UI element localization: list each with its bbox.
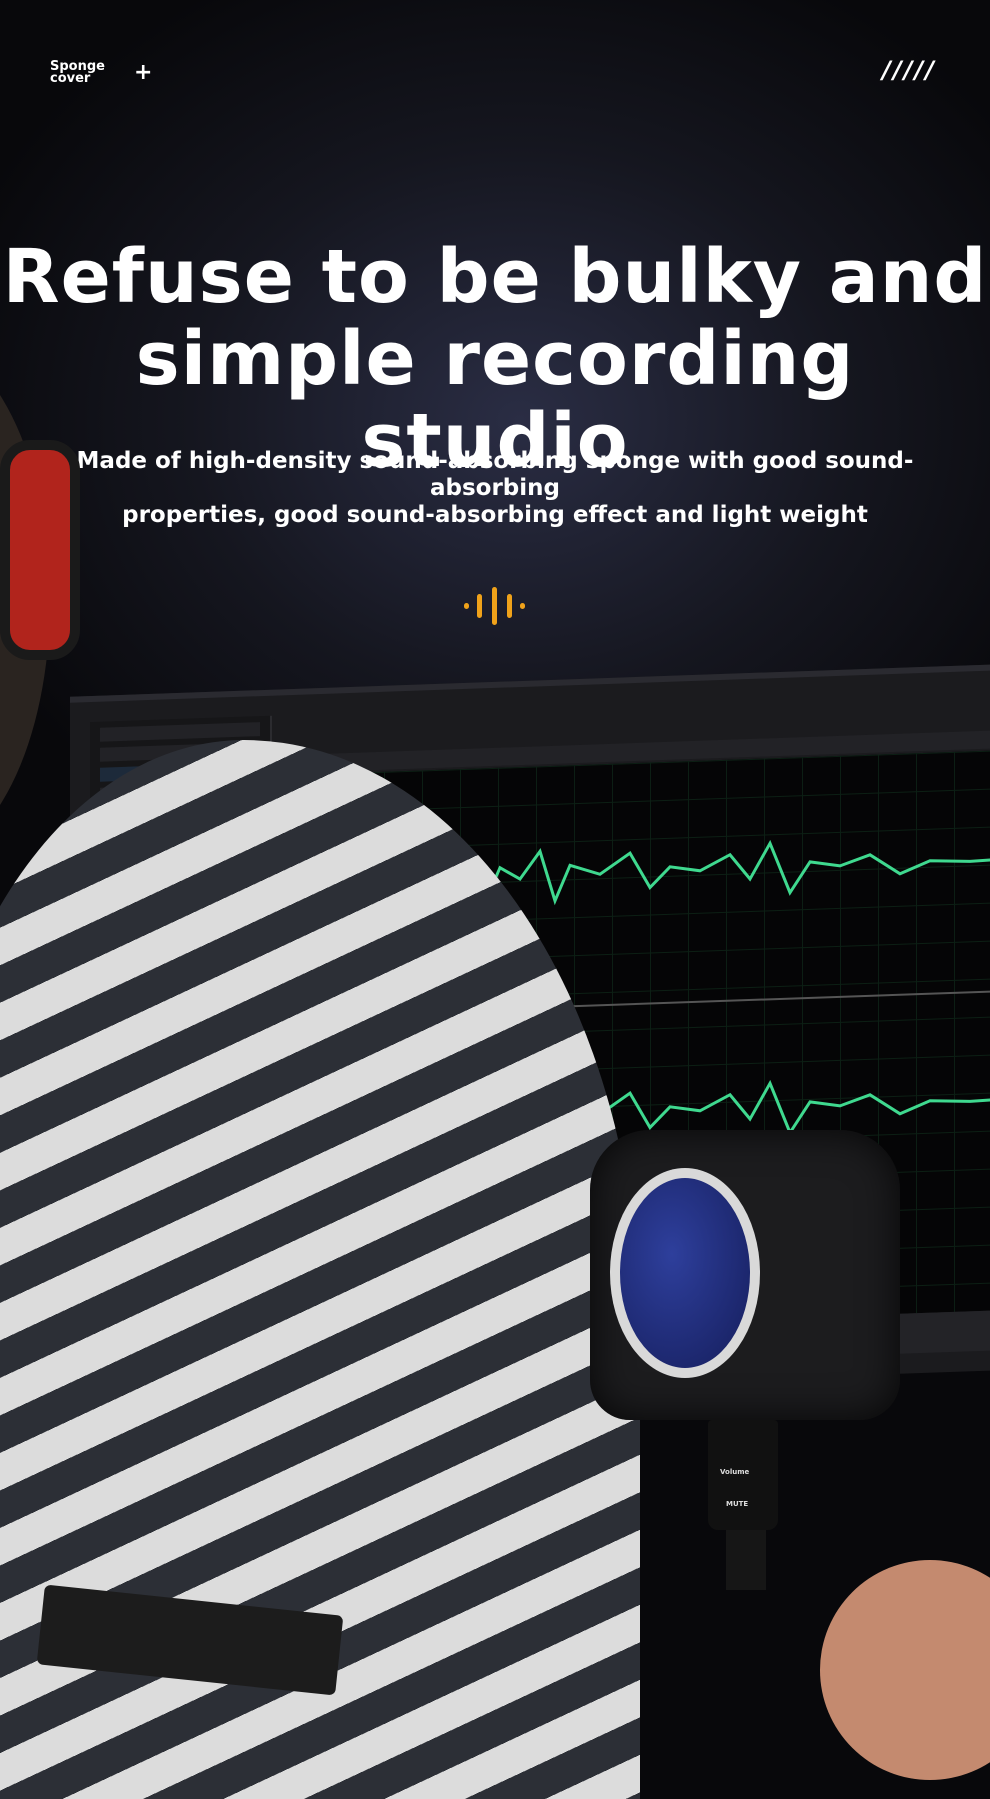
- studio-photo: Volume MUTE: [0, 340, 990, 1799]
- microphone-body: Volume MUTE: [708, 1420, 778, 1530]
- headphones: [0, 440, 80, 660]
- hand: [820, 1560, 990, 1780]
- slashes-decoration: /////: [882, 56, 936, 84]
- sponge-ring: [610, 1168, 760, 1378]
- hero-subtitle-line-1: Made of high-density sound-absorbing spo…: [76, 448, 914, 501]
- sound-wave-icon: [464, 587, 525, 625]
- sponge-cover: [590, 1130, 900, 1420]
- hero-subtitle-line-2: properties, good sound-absorbing effect …: [122, 502, 868, 528]
- hero-title: Refuse to be bulky and simple recording …: [0, 236, 990, 482]
- mute-label: MUTE: [726, 1500, 749, 1508]
- brand-area: Sponge cover +: [50, 58, 152, 86]
- product-banner: Sponge cover + ///// Refuse to be bulky …: [0, 0, 990, 1799]
- plus-icon[interactable]: +: [134, 60, 152, 85]
- brand-label: Sponge cover: [50, 58, 105, 86]
- volume-label: Volume: [720, 1468, 750, 1476]
- hero-subtitle: Made of high-density sound-absorbing spo…: [30, 448, 960, 529]
- file-row: [100, 722, 260, 742]
- microphone-stand: [726, 1530, 766, 1590]
- sponge-blue-pad: [620, 1178, 750, 1368]
- hero-title-line-1: Refuse to be bulky and: [2, 234, 988, 320]
